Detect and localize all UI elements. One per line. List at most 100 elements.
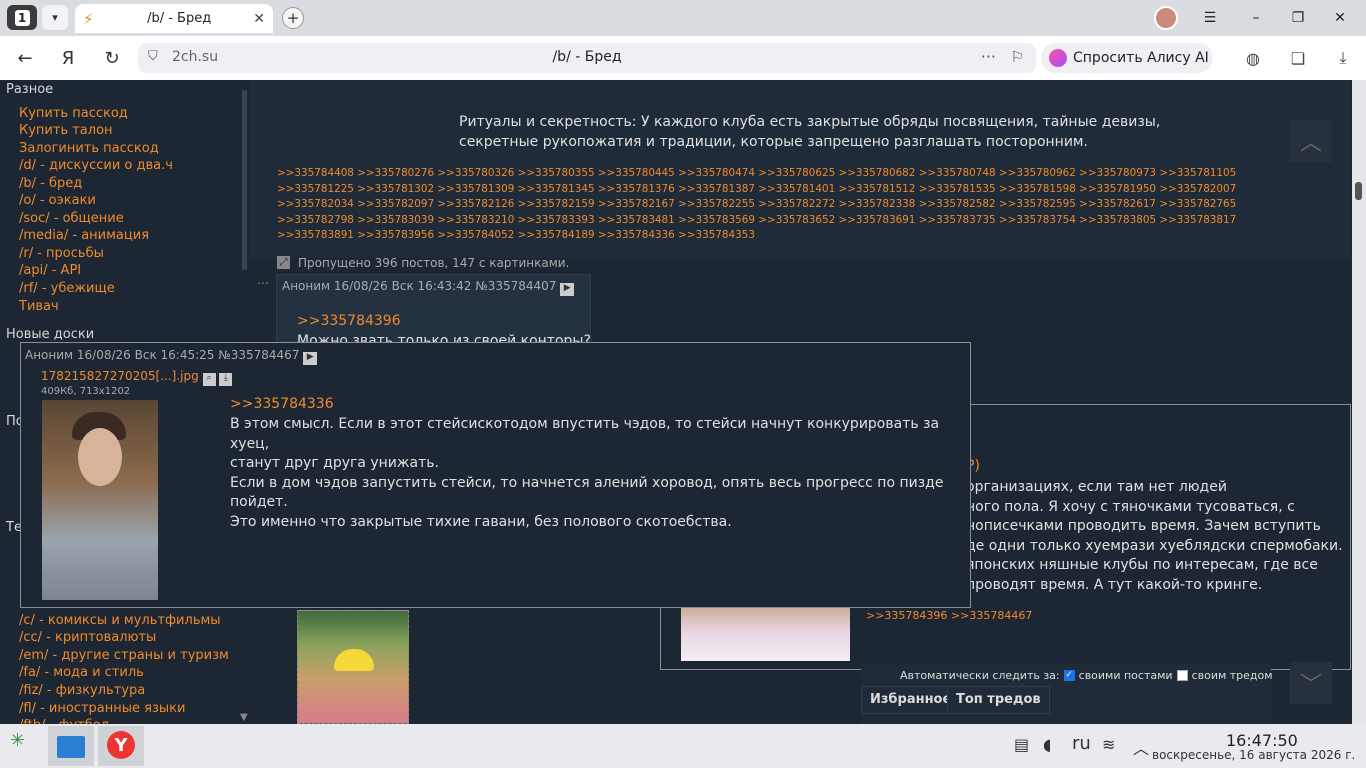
post-text: В этом смысл. Если в этот стейсискотодом… xyxy=(230,415,950,533)
post-text: организациях, если там нет людей ного по… xyxy=(966,478,1346,596)
back-icon[interactable]: ← xyxy=(12,46,38,70)
own-posts-checkbox[interactable]: ✓ xyxy=(1063,670,1075,681)
own-thread-checkbox[interactable] xyxy=(1176,670,1188,681)
scroll-up-button[interactable]: ︿ xyxy=(1290,120,1332,162)
sidebar-link[interactable]: /cc/ - криптовалюты xyxy=(19,630,156,645)
volume-icon[interactable]: ◖ xyxy=(1043,735,1051,754)
auto-follow-row: Автоматически следить за: ✓ своими поста… xyxy=(900,669,1273,682)
sidebar-link[interactable]: /o/ - оэкаки xyxy=(19,193,96,208)
post-header: Аноним 16/08/26 Вск 16:45:25 №335784467 … xyxy=(25,348,318,365)
ask-alice-button[interactable]: Спросить Алису AI xyxy=(1041,43,1213,73)
address-field[interactable]: ⛉ 2ch.su /b/ - Бред ··· ⚐ xyxy=(138,43,1036,73)
sidebar-link[interactable]: Купить пасскод xyxy=(19,106,128,121)
text-line: организациях, если там нет людей xyxy=(966,479,1227,495)
file-size: 409Кб, 713x1202 xyxy=(41,386,131,397)
sidebar-link[interactable]: /b/ - бред xyxy=(19,176,82,191)
sidebar-link[interactable]: /em/ - другие страны и туризм xyxy=(19,648,229,663)
sidebar-link[interactable]: Купить талон xyxy=(19,123,113,138)
yandex-browser-button[interactable]: Y xyxy=(98,726,144,766)
reply-links[interactable]: >>335784408 >>335780276 >>335780326 >>33… xyxy=(277,166,1277,244)
download-icon[interactable]: ⤓ xyxy=(219,373,233,386)
profile-avatar[interactable] xyxy=(1154,6,1178,30)
sidebar-section-new: Новые доски xyxy=(6,327,95,342)
play-icon[interactable]: ▶ xyxy=(560,283,575,296)
url-page-title: /b/ - Бред xyxy=(552,49,622,65)
sidebar-link[interactable]: /fa/ - мода и стиль xyxy=(19,665,144,680)
sidebar-link[interactable]: /fiz/ - физкультура xyxy=(19,683,145,698)
menu-icon[interactable]: ☰ xyxy=(1198,6,1222,30)
play-icon[interactable]: ▶ xyxy=(303,352,318,365)
sidebar-scrollbar[interactable] xyxy=(242,90,247,270)
chevron-down-icon: ▾ xyxy=(52,11,58,24)
search-image-icon[interactable]: ⌕ xyxy=(202,373,216,386)
tab-counter-button[interactable]: 1 xyxy=(7,5,37,30)
reply-links[interactable]: >>335784396 >>335784467 xyxy=(866,609,1032,622)
quote-link[interactable]: >>335784336 xyxy=(230,396,334,412)
new-tab-button[interactable]: + xyxy=(282,7,304,29)
sidebar-section-misc: Разное xyxy=(6,82,54,97)
tray-expand-icon[interactable]: ︿ xyxy=(1133,735,1149,759)
yandex-icon[interactable]: Я xyxy=(55,46,81,70)
page-scrollbar[interactable] xyxy=(1352,80,1366,724)
tab-top-threads[interactable]: Топ тредов xyxy=(947,686,1050,714)
sidebar-link[interactable]: /soc/ - общение xyxy=(19,211,124,226)
page-scrollbar-thumb[interactable] xyxy=(1355,182,1362,200)
op-post-text: Ритуалы и секретность: У каждого клуба е… xyxy=(459,114,1161,150)
sidebar-link[interactable]: /api/ - API xyxy=(19,263,81,278)
text-line: нописечками проводить время. Зачем вступ… xyxy=(966,518,1321,535)
text-line: проводят время. А тут какой-то кринге. xyxy=(966,576,1263,593)
post-header-text: Аноним 16/08/26 Вск 16:43:42 №335784407 xyxy=(282,279,557,293)
expand-icon[interactable]: ⤢ xyxy=(277,256,290,269)
text-line: В этом смысл. Если в этот стейсискотодом… xyxy=(230,416,940,452)
scroll-down-button[interactable]: ﹀ xyxy=(1290,662,1332,704)
skipped-posts-notice: Пропущено 396 постов, 147 с картинками. xyxy=(298,256,570,270)
text-line: Если в дом чэдов запустить стейси, то на… xyxy=(230,474,944,491)
yandex-browser-icon: Y xyxy=(107,731,135,759)
sidebar-link[interactable]: Тивач xyxy=(19,299,59,314)
file-link[interactable]: 178215827270205[...].jpg ⌕ ⤓ xyxy=(41,369,233,386)
sidebar-link[interactable]: /d/ - дискуссии о два.ч xyxy=(19,158,173,173)
sidebar-link[interactable]: /rf/ - убежище xyxy=(19,281,115,296)
post-image-thumbnail[interactable] xyxy=(297,610,409,724)
tabs-menu-button[interactable]: ▾ xyxy=(42,5,68,30)
post-header-text: Аноним 16/08/26 Вск 16:45:25 №335784467 xyxy=(25,348,300,362)
bookmark-icon[interactable]: ⚐ xyxy=(1011,48,1024,66)
file-name[interactable]: 178215827270205[...].jpg xyxy=(41,369,199,383)
text-line: станут друг друга унижать. xyxy=(230,455,439,472)
sidebar-link[interactable]: /media/ - анимация xyxy=(19,228,149,243)
sidebar-link[interactable]: /r/ - просьбы xyxy=(19,246,104,261)
text-line: де одни только хуемрази хуеблядски сперм… xyxy=(966,537,1343,554)
translate-globe-icon[interactable]: ◍ xyxy=(1241,46,1265,70)
own-posts-label: своими постами xyxy=(1078,669,1173,682)
keyboard-layout[interactable]: ru xyxy=(1072,733,1091,754)
text-line: Это именно что закрытые тихие гавани, бе… xyxy=(230,513,732,530)
wifi-icon[interactable]: ≋ xyxy=(1102,735,1115,754)
close-window-icon[interactable]: ✕ xyxy=(1328,6,1352,30)
text-line: пойдет. xyxy=(230,494,288,511)
reload-icon[interactable]: ↻ xyxy=(99,46,125,70)
post-header: Аноним 16/08/26 Вск 16:43:42 №335784407 … xyxy=(282,279,575,296)
folder-icon xyxy=(57,736,85,758)
sidebar-link[interactable]: /c/ - комиксы и мультфильмы xyxy=(19,613,221,628)
post-image-thumbnail[interactable] xyxy=(681,602,850,661)
restore-icon[interactable]: ❐ xyxy=(1286,6,1310,30)
file-manager-button[interactable] xyxy=(48,726,94,766)
minimize-icon[interactable]: – xyxy=(1244,6,1268,30)
quote-link[interactable]: >>335784396 xyxy=(297,313,401,329)
own-thread-label: своим тредом xyxy=(1191,669,1273,682)
more-icon[interactable]: ⋯ xyxy=(257,276,269,290)
sidebar-scroll-down-icon[interactable]: ▼ xyxy=(240,712,248,723)
more-icon[interactable]: ··· xyxy=(981,47,996,66)
alice-label: Спросить Алису AI xyxy=(1073,50,1209,66)
collections-icon[interactable]: ❏ xyxy=(1286,46,1310,70)
sidebar-link[interactable]: /fl/ - иностранные языки xyxy=(19,701,185,716)
clipboard-icon[interactable]: ▤ xyxy=(1014,735,1029,754)
tab-favorites[interactable]: Избранное xyxy=(861,686,961,714)
tab-count: 1 xyxy=(14,9,30,26)
sidebar-link[interactable]: Залогинить пасскод xyxy=(19,141,159,156)
close-tab-icon[interactable]: ✕ xyxy=(253,11,265,27)
app-launcher-icon[interactable]: ✳ xyxy=(10,730,40,762)
active-tab[interactable]: ⚡ /b/ - Бред ✕ xyxy=(75,4,273,33)
downloads-icon[interactable]: ⤓ xyxy=(1331,46,1355,70)
text-line: японских няшные клубы по интересам, где … xyxy=(966,557,1318,574)
